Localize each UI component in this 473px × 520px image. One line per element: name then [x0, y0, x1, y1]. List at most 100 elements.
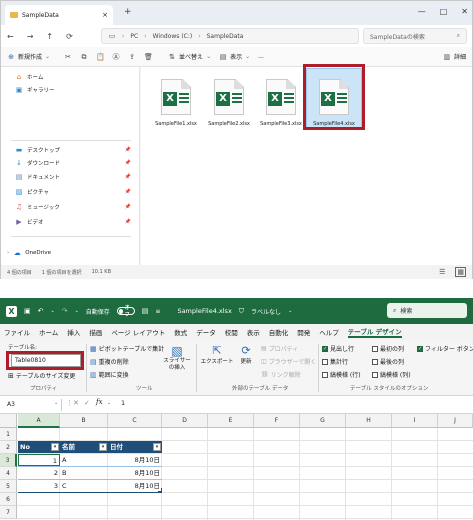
formula-input[interactable]: 1 — [121, 399, 125, 407]
save-icon[interactable]: ▣ — [24, 307, 31, 315]
tab-file[interactable]: ファイル — [4, 327, 30, 337]
cancel-icon[interactable]: ✕ — [73, 399, 79, 407]
table-cell[interactable]: 2 — [18, 467, 60, 479]
tab-review[interactable]: 校閲 — [225, 327, 238, 337]
table-header-date[interactable]: 日付 ▾ — [108, 441, 162, 453]
row-header-7[interactable]: 7 — [0, 506, 17, 519]
column-header-j[interactable]: J — [438, 414, 473, 428]
file-item-1[interactable]: X SampleFile1.xlsx — [149, 79, 203, 139]
undo-icon[interactable]: ↶ — [38, 307, 44, 315]
row-header-5[interactable]: 5 — [0, 480, 17, 493]
refresh-button[interactable]: ⟳ — [66, 32, 73, 41]
row-header-1[interactable]: 1 — [0, 428, 17, 441]
tile-view-icon[interactable]: ▦ — [455, 267, 466, 277]
pin-icon[interactable]: 📌 — [125, 147, 131, 153]
close-button[interactable]: ✕ — [461, 7, 468, 16]
function-icon[interactable]: fx — [96, 398, 103, 406]
export-button[interactable]: ⇱ エクスポート — [200, 344, 234, 365]
table-header-no[interactable]: No ▾ — [18, 441, 60, 453]
table-cell[interactable]: 8月10日 — [108, 454, 162, 466]
banded-columns-checkbox[interactable]: 縞模様 (列) — [372, 370, 411, 379]
address-bar[interactable]: ▭ › PC › Windows (C:) › SampleData — [101, 28, 359, 44]
breadcrumb-folder[interactable]: SampleData — [207, 33, 244, 40]
column-header-c[interactable]: C — [108, 414, 162, 428]
breadcrumb-drive[interactable]: Windows (C:) — [153, 33, 193, 40]
tab-view[interactable]: 表示 — [247, 327, 260, 337]
tab-insert[interactable]: 挿入 — [67, 327, 80, 337]
excel-search-box[interactable]: ⌕ 検索 — [387, 303, 467, 318]
sort-button[interactable]: ⇅ 並べ替え ⌄ — [168, 52, 211, 62]
convert-to-range-button[interactable]: ▥ 範囲に変換 — [90, 370, 129, 380]
nav-item-pictures[interactable]: ▨ ピクチャ 📌 — [15, 188, 133, 196]
nav-item-downloads[interactable]: ↓ ダウンロード 📌 — [15, 159, 133, 167]
table-cell[interactable]: 8月10日 — [108, 480, 162, 492]
table-cell[interactable]: B — [60, 467, 108, 479]
view-button[interactable]: ▤ 表示 ⌄ — [219, 52, 250, 62]
remove-duplicates-button[interactable]: ▤ 重複の削除 — [90, 357, 129, 367]
tab-draw[interactable]: 描画 — [89, 327, 102, 337]
file-item-2[interactable]: X SampleFile2.xlsx — [202, 79, 256, 139]
pin-icon[interactable]: 📌 — [125, 160, 131, 166]
filter-button-checkbox[interactable]: ✓ フィルター ボタン — [417, 344, 473, 353]
enter-icon[interactable]: ✓ — [84, 399, 90, 407]
pin-icon[interactable]: 📌 — [125, 204, 131, 210]
nav-item-desktop[interactable]: ▬ デスクトップ 📌 — [15, 146, 133, 154]
tab-data[interactable]: データ — [196, 327, 216, 337]
tab-automate[interactable]: 自動化 — [269, 327, 289, 337]
column-header-f[interactable]: F — [254, 414, 300, 428]
row-header-2[interactable]: 2 — [0, 441, 17, 454]
tab-page-layout[interactable]: ページ レイアウト — [111, 327, 165, 337]
delete-icon[interactable]: 🗑 — [144, 53, 153, 61]
file-item-3[interactable]: X SampleFile3.xlsx — [254, 79, 308, 139]
table-resize-handle[interactable] — [158, 488, 162, 492]
chevron-down-icon[interactable]: ⌄ — [107, 400, 111, 406]
filter-dropdown-icon[interactable]: ▾ — [153, 443, 161, 451]
row-header-3[interactable]: 3 — [0, 454, 17, 467]
redo-icon[interactable]: ↷ — [62, 307, 68, 315]
share-icon[interactable]: ⇪ — [128, 53, 136, 61]
chevron-down-icon[interactable]: ⌄ — [54, 400, 58, 406]
select-all-corner[interactable] — [0, 414, 17, 428]
pin-icon[interactable]: 📌 — [125, 189, 131, 195]
table-cell[interactable]: 8月10日 — [108, 467, 162, 479]
nav-item-music[interactable]: ♫ ミュージック 📌 — [15, 203, 133, 211]
resize-table-button[interactable]: ⊞ テーブルのサイズ変更 — [8, 371, 75, 381]
new-tab-button[interactable]: + — [124, 7, 132, 17]
breadcrumb-pc[interactable]: PC — [130, 33, 138, 40]
new-button[interactable]: ⊕ 新規作成 ⌄ — [7, 52, 50, 62]
tab-sampledata[interactable]: SampleData × — [5, 5, 113, 25]
paste-icon[interactable]: 📋 — [96, 53, 105, 61]
autosave-toggle[interactable]: オフ — [116, 305, 135, 318]
search-input[interactable]: SampleDataの検索 ⌕ — [363, 28, 467, 44]
column-header-h[interactable]: H — [346, 414, 392, 428]
first-column-checkbox[interactable]: 最初の列 — [372, 344, 404, 353]
banded-rows-checkbox[interactable]: 縞模様 (行) — [322, 370, 361, 379]
tab-home[interactable]: ホーム — [39, 327, 58, 337]
rename-icon[interactable]: Ⓐ — [112, 53, 120, 61]
minimize-button[interactable]: — — [418, 7, 426, 16]
table-cell[interactable]: A — [60, 454, 108, 466]
header-row-checkbox[interactable]: ✓ 見出し行 — [322, 344, 354, 353]
column-header-i[interactable]: I — [392, 414, 438, 428]
tab-developer[interactable]: 開発 — [297, 327, 310, 337]
sensitivity-label[interactable]: ラベルなし — [251, 307, 281, 316]
chevron-down-icon[interactable]: ⌄ — [51, 308, 55, 314]
copy-icon[interactable]: ⧉ — [80, 53, 88, 61]
nav-item-videos[interactable]: ▶ ビデオ 📌 — [15, 218, 133, 226]
back-button[interactable]: ← — [7, 32, 14, 41]
table-cell[interactable]: 1 — [18, 454, 60, 466]
row-header-4[interactable]: 4 — [0, 467, 17, 480]
tab-help[interactable]: ヘルプ — [319, 327, 339, 337]
tab-formulas[interactable]: 数式 — [174, 327, 187, 337]
table-cell[interactable]: 3 — [18, 480, 60, 492]
maximize-button[interactable]: □ — [440, 7, 448, 16]
pivot-summarize-button[interactable]: ▦ ピボットテーブルで集計 — [90, 344, 164, 354]
table-cell[interactable]: C — [60, 480, 108, 492]
column-header-e[interactable]: E — [208, 414, 254, 428]
column-header-b[interactable]: B — [60, 414, 108, 428]
total-row-checkbox[interactable]: 集計行 — [322, 357, 348, 366]
last-column-checkbox[interactable]: 最後の列 — [372, 357, 404, 366]
row-header-6[interactable]: 6 — [0, 493, 17, 506]
cut-icon[interactable]: ✂ — [64, 53, 72, 61]
filter-dropdown-icon[interactable]: ▾ — [99, 443, 107, 451]
